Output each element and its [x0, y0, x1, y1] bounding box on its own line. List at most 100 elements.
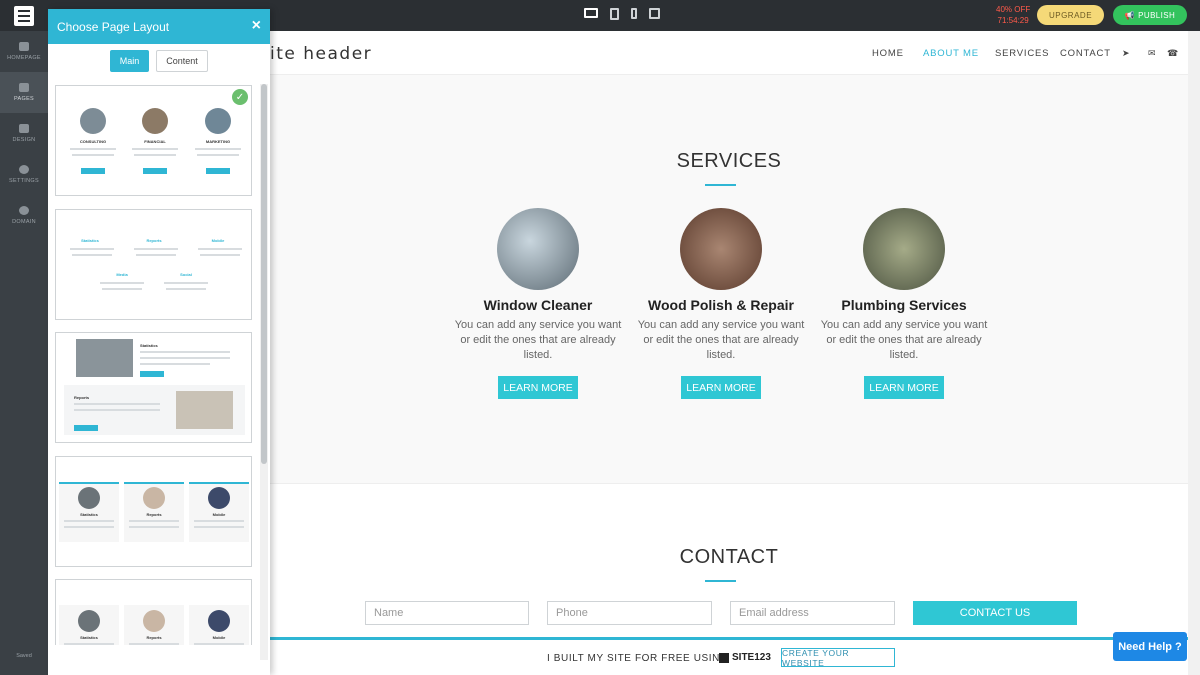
thumb-button	[140, 371, 164, 377]
service-card: Plumbing Services You can add any servic…	[819, 208, 989, 399]
panel-scroll-handle[interactable]	[261, 84, 267, 464]
contact-title: CONTACT	[679, 546, 779, 568]
globe-icon	[19, 206, 29, 215]
service-image	[497, 208, 579, 290]
site-title[interactable]: ite header	[270, 44, 372, 64]
services-underline	[705, 184, 736, 186]
tab-content[interactable]: Content	[156, 50, 208, 72]
tab-main[interactable]: Main	[110, 50, 149, 72]
service-desc: You can add any service you want or edit…	[820, 319, 988, 361]
thumb-button	[74, 425, 98, 431]
left-rail: HOMEPAGE PAGES DESIGN SETTINGS DOMAIN Sa…	[0, 31, 48, 675]
learn-more-button[interactable]: LEARN MORE	[864, 376, 944, 399]
create-website-button[interactable]: CREATE YOUR WEBSITE	[781, 648, 895, 668]
contact-underline	[705, 580, 736, 582]
layout-thumbnail[interactable]: Statistics Reports Mobile Media Social	[55, 209, 252, 320]
thumb-caption: Mobile	[211, 238, 225, 243]
nav-label: SERVICES	[995, 48, 1050, 59]
thumb-caption: Reports	[146, 512, 162, 517]
upgrade-button[interactable]: UPGRADE	[1037, 5, 1104, 25]
thumb-caption: Reports	[146, 635, 162, 640]
name-field[interactable]: Name	[365, 601, 529, 625]
layout-thumbnail[interactable]: Statistics Reports Mobile	[55, 456, 252, 567]
nav-label: ABOUT ME	[923, 48, 979, 59]
learn-more-button[interactable]: LEARN MORE	[681, 376, 761, 399]
thumb-image	[80, 108, 106, 134]
rail-item-design[interactable]: DESIGN	[0, 113, 48, 154]
choose-layout-panel: Choose Page Layout × Main Content ✓ CONS…	[48, 9, 270, 675]
promo-footer: I BUILT MY SITE FOR FREE USING SITE123 C…	[270, 637, 1188, 675]
thumb-image	[142, 108, 168, 134]
publish-button[interactable]: 📢 PUBLISH	[1113, 5, 1187, 25]
offer-discount: 40% OFF	[996, 5, 1031, 14]
layout-thumbnail[interactable]: Statistics Reports Mobile	[55, 579, 252, 645]
thumb-image	[208, 487, 230, 509]
site123-logo: SITE123	[719, 652, 771, 663]
need-help-button[interactable]: Need Help ?	[1113, 632, 1187, 661]
thumb-image	[76, 339, 133, 377]
nav-label: CONTACT	[1060, 48, 1111, 59]
thumb-caption: Statistics	[140, 343, 158, 348]
service-image	[680, 208, 762, 290]
panel-title: Choose Page Layout	[57, 19, 170, 34]
pages-icon	[19, 83, 29, 92]
layout-thumbnails: ✓ CONSULTING FINANCIAL MARKETING Statist…	[55, 85, 252, 645]
thumb-caption: Social	[180, 272, 192, 277]
panel-scrollbar[interactable]	[260, 84, 268, 660]
rail-item-domain[interactable]: DOMAIN	[0, 195, 48, 236]
thumb-button	[81, 168, 105, 174]
thumb-image	[208, 610, 230, 632]
layout-tabs: Main Content	[110, 50, 208, 72]
rail-item-pages[interactable]: PAGES	[0, 72, 48, 113]
saved-status: Saved	[16, 653, 32, 659]
service-name: Window Cleaner	[483, 297, 593, 313]
contact-us-button[interactable]: CONTACT US	[913, 601, 1077, 625]
thumb-caption: Mobile	[212, 635, 226, 640]
learn-more-button[interactable]: LEARN MORE	[498, 376, 578, 399]
thumb-image	[205, 108, 231, 134]
home-icon	[19, 42, 29, 51]
service-desc: You can add any service you want or edit…	[454, 319, 622, 361]
panel-header: Choose Page Layout	[48, 9, 270, 44]
page-scrollbar[interactable]	[1188, 31, 1200, 675]
tablet-icon[interactable]	[610, 8, 619, 20]
phone-field[interactable]: Phone	[547, 601, 712, 625]
rail-item-label: DOMAIN	[12, 219, 36, 225]
desktop-icon[interactable]	[584, 8, 598, 18]
brush-icon	[19, 124, 29, 133]
mobile-icon[interactable]	[631, 8, 637, 19]
thumb-caption: Mobile	[212, 512, 226, 517]
thumb-caption: Reports	[74, 395, 90, 400]
thumb-image	[176, 391, 233, 429]
thumb-caption: Statistics	[80, 512, 98, 517]
thumb-image	[143, 610, 165, 632]
layout-thumbnail[interactable]: Statistics Reports	[55, 332, 252, 443]
rail-item-label: SETTINGS	[9, 178, 39, 184]
thumb-caption: Statistics	[81, 238, 99, 243]
thumb-button	[206, 168, 230, 174]
thumb-caption: Media	[116, 272, 128, 277]
close-icon[interactable]: ×	[252, 18, 261, 34]
external-link-icon[interactable]	[649, 8, 660, 19]
thumb-image	[143, 487, 165, 509]
email-field[interactable]: Email address	[730, 601, 895, 625]
rail-item-label: HOMEPAGE	[7, 55, 41, 61]
site123-brand: SITE123	[732, 652, 771, 663]
checkmark-icon: ✓	[232, 89, 248, 105]
thumb-caption: Reports	[146, 238, 162, 243]
service-image	[863, 208, 945, 290]
rail-item-homepage[interactable]: HOMEPAGE	[0, 31, 48, 72]
publish-label: PUBLISH	[1138, 10, 1176, 20]
site123-logo-icon	[719, 652, 729, 663]
rail-item-settings[interactable]: SETTINGS	[0, 154, 48, 195]
thumb-image	[78, 487, 100, 509]
menu-logo-button[interactable]	[0, 0, 48, 31]
service-name: Wood Polish & Repair	[648, 297, 794, 313]
service-card: Wood Polish & Repair You can add any ser…	[636, 208, 806, 399]
nav-label: HOME	[872, 48, 904, 59]
thumb-caption: FINANCIAL	[144, 139, 166, 144]
offer-timer: 40% OFF 71:54:29	[996, 4, 1030, 26]
thumb-caption: Statistics	[80, 635, 98, 640]
layout-thumbnail[interactable]: ✓ CONSULTING FINANCIAL MARKETING	[55, 85, 252, 196]
thumb-button	[143, 168, 167, 174]
